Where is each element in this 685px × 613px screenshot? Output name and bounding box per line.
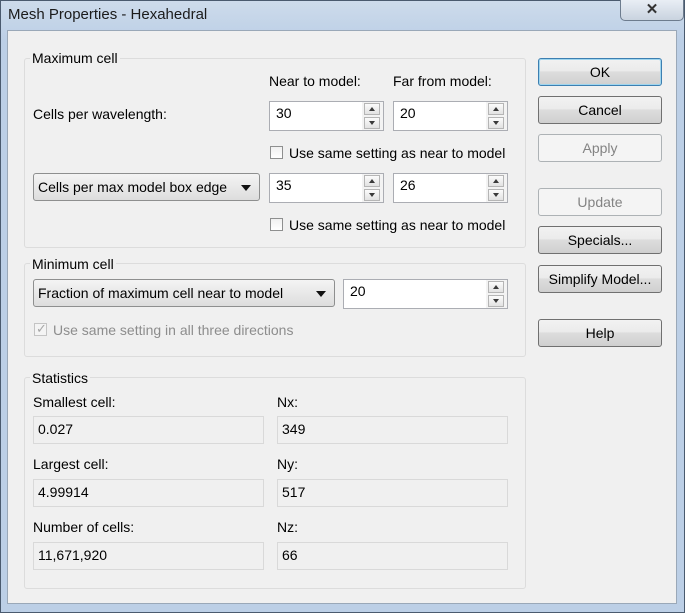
close-button[interactable]: ✕	[620, 0, 684, 21]
window-title: Mesh Properties - Hexahedral	[8, 6, 208, 23]
spin-down-button[interactable]	[364, 189, 380, 201]
largest-cell-value: 4.99914	[33, 479, 264, 507]
minimum-cell-select-value: Fraction of maximum cell near to model	[38, 285, 284, 301]
spin-down-button[interactable]	[488, 117, 504, 129]
same-directions-checkbox[interactable]: ✓	[34, 321, 47, 336]
arrow-up-icon	[493, 107, 499, 111]
box-edge-select-value: Cells per max model box edge	[38, 179, 228, 195]
same-setting-checkbox-1[interactable]	[270, 146, 283, 159]
same-setting-checkbox-2[interactable]	[270, 218, 283, 231]
checkmark-icon: ✓	[36, 321, 47, 336]
simplify-model-button[interactable]: Simplify Model...	[538, 265, 662, 293]
chevron-down-icon	[241, 185, 251, 191]
maximum-cell-legend: Maximum cell	[30, 50, 120, 66]
cells-per-wavelength-label: Cells per wavelength:	[33, 106, 167, 122]
far-from-model-header: Far from model:	[393, 73, 492, 89]
box-edge-near-input[interactable]: 35	[269, 173, 363, 203]
nx-label: Nx:	[277, 394, 298, 410]
arrow-up-icon	[369, 179, 375, 183]
ny-value: 517	[277, 479, 508, 507]
wavelength-near-spinner[interactable]	[362, 101, 384, 131]
minimum-cell-select[interactable]: Fraction of maximum cell near to model	[33, 279, 335, 307]
arrow-down-icon	[369, 121, 375, 125]
arrow-up-icon	[369, 107, 375, 111]
box-edge-near-spinner[interactable]	[362, 173, 384, 203]
same-setting-label-1: Use same setting as near to model	[289, 145, 506, 161]
smallest-cell-value: 0.027	[33, 416, 264, 444]
smallest-cell-label: Smallest cell:	[33, 394, 116, 410]
wavelength-far-input[interactable]: 20	[393, 101, 487, 131]
apply-button[interactable]: Apply	[538, 134, 662, 162]
same-setting-label-2: Use same setting as near to model	[289, 217, 506, 233]
minimum-cell-legend: Minimum cell	[30, 256, 116, 272]
spin-down-button[interactable]	[364, 117, 380, 129]
chevron-down-icon	[316, 291, 326, 297]
minimum-cell-input[interactable]: 20	[343, 279, 487, 309]
nz-value: 66	[277, 542, 508, 570]
ok-button[interactable]: OK	[538, 58, 662, 86]
arrow-down-icon	[493, 121, 499, 125]
specials-button[interactable]: Specials...	[538, 226, 662, 254]
close-icon: ✕	[645, 1, 659, 18]
minimum-cell-group	[24, 263, 526, 357]
number-of-cells-label: Number of cells:	[33, 519, 135, 535]
minimum-cell-spinner[interactable]	[486, 279, 508, 309]
cancel-button[interactable]: Cancel	[538, 96, 662, 124]
arrow-down-icon	[493, 193, 499, 197]
spin-up-button[interactable]	[488, 103, 504, 115]
number-of-cells-value: 11,671,920	[33, 542, 264, 570]
arrow-up-icon	[493, 285, 499, 289]
box-edge-far-input[interactable]: 26	[393, 173, 487, 203]
box-edge-far-spinner[interactable]	[486, 173, 508, 203]
spin-up-button[interactable]	[488, 281, 504, 293]
arrow-down-icon	[369, 193, 375, 197]
spin-up-button[interactable]	[488, 175, 504, 187]
spin-up-button[interactable]	[364, 175, 380, 187]
nz-label: Nz:	[277, 519, 298, 535]
wavelength-far-spinner[interactable]	[486, 101, 508, 131]
ny-label: Ny:	[277, 456, 298, 472]
spin-up-button[interactable]	[364, 103, 380, 115]
near-to-model-header: Near to model:	[269, 73, 361, 89]
spin-down-button[interactable]	[488, 189, 504, 201]
wavelength-near-input[interactable]: 30	[269, 101, 363, 131]
spin-down-button[interactable]	[488, 295, 504, 307]
box-edge-select[interactable]: Cells per max model box edge	[33, 173, 260, 201]
arrow-down-icon	[493, 299, 499, 303]
largest-cell-label: Largest cell:	[33, 456, 109, 472]
statistics-legend: Statistics	[30, 370, 91, 386]
update-button[interactable]: Update	[538, 188, 662, 216]
arrow-up-icon	[493, 179, 499, 183]
same-directions-label: Use same setting in all three directions	[53, 322, 294, 338]
help-button[interactable]: Help	[538, 319, 662, 347]
nx-value: 349	[277, 416, 508, 444]
